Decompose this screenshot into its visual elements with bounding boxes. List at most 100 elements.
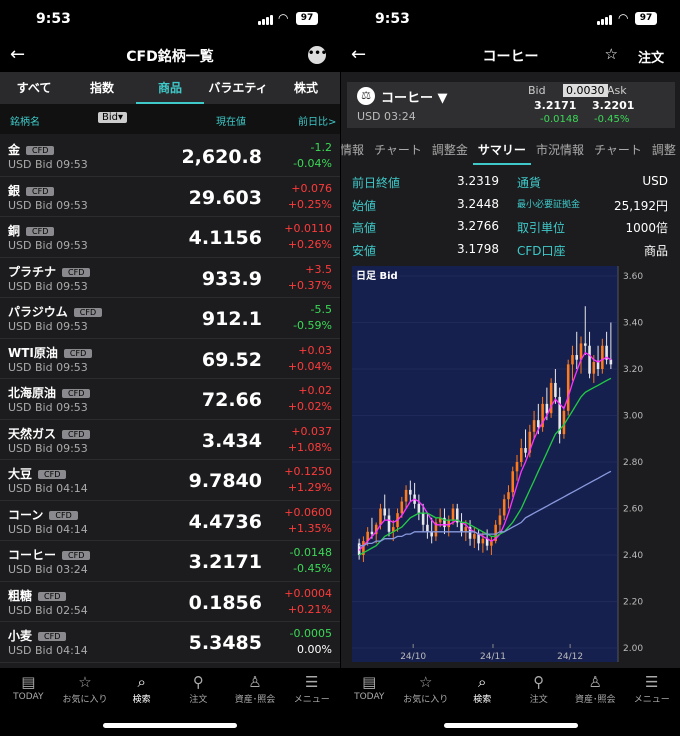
change-value: +0.0110	[284, 222, 332, 235]
candle-body	[417, 503, 421, 514]
candle-body	[498, 515, 502, 525]
change-value: -1.2	[310, 141, 332, 154]
instrument-price: 5.3485	[188, 632, 262, 654]
order-button[interactable]: 注文	[638, 47, 664, 66]
signal-icon	[258, 14, 274, 25]
tab-4[interactable]: 株式	[272, 72, 340, 104]
instrument-row[interactable]: 大豆 CFD USD Bid 04:14 9.7840 +0.1250 +1.29%	[0, 460, 340, 501]
ask-label: Ask	[607, 84, 627, 97]
price-chart[interactable]: 3.60 3.40 3.20 3.00 2.80 2.60 2.40 2.20 2.00 24/1…	[352, 266, 669, 662]
summary-key: CFD口座	[517, 243, 566, 258]
instrument-row[interactable]: 金 CFD USD Bid 09:53 2,620.8 -1.2 -0.04%	[0, 136, 340, 177]
instrument-row[interactable]: 銅 CFD USD Bid 09:53 4.1156 +0.0110 +0.26%	[0, 217, 340, 258]
instrument-row[interactable]: 銀 CFD USD Bid 09:53 29.603 +0.076 +0.25%	[0, 177, 340, 217]
candle-body	[460, 522, 463, 532]
instrument-row[interactable]: 天然ガス CFD USD Bid 09:53 3.434 +0.037 +1.08%	[0, 420, 340, 460]
instrument-row[interactable]: コーヒー CFD USD Bid 03:24 3.2171 -0.0148 -0.45%	[0, 541, 340, 582]
candle-body	[566, 364, 570, 411]
instrument-name: コーヒー CFD	[8, 546, 91, 563]
ticker-name[interactable]: コーヒー ▼	[381, 87, 448, 106]
instrument-row[interactable]: 北海原油 CFD USD Bid 09:53 72.66 +0.02 +0.02%	[0, 379, 340, 420]
summary-key: 始値	[352, 198, 377, 213]
change-percent: +0.37%	[287, 278, 332, 292]
sort-dropdown[interactable]: Bid▾	[98, 112, 128, 123]
tab-2[interactable]: 商品	[136, 72, 204, 104]
y-tick-label: 2.20	[623, 598, 643, 608]
candlestick-chart: 3.60 3.40 3.20 3.00 2.80 2.60 2.40 2.20 2.00 24/1…	[352, 266, 669, 662]
chart-title: 日足 Bid	[356, 270, 398, 282]
instrument-row[interactable]: プラチナ CFD USD Bid 09:53 933.9 +3.5 +0.37%	[0, 258, 340, 298]
instrument-sub: USD Bid 04:14	[8, 522, 88, 536]
candle-body	[609, 359, 613, 365]
home-indicator	[103, 723, 237, 728]
bottom-nav-label: 検索	[132, 695, 151, 705]
instrument-sub: USD Bid 04:14	[8, 644, 88, 657]
change-percent: +1.29%	[287, 481, 332, 494]
ask-price: 3.2201	[592, 99, 635, 112]
bottom-nav-item[interactable]: ▤ TODAY	[341, 672, 398, 712]
instrument-row[interactable]: パラジウム CFD USD Bid 09:53 912.1 -5.5 -0.59%	[0, 298, 340, 339]
bottom-nav-item[interactable]: ☰ メニュー	[283, 672, 340, 712]
bottom-nav-item[interactable]: ⌕ 検索	[113, 672, 170, 712]
candle-body	[370, 531, 374, 535]
subtab-3[interactable]: サマリー	[472, 136, 531, 165]
col-change[interactable]: 前日比>	[298, 113, 336, 128]
bottom-nav-item[interactable]: ⚲ 注文	[511, 672, 568, 712]
bottom-nav-item[interactable]: ☰ メニュー	[624, 672, 680, 712]
ticker-box[interactable]: ⚖ コーヒー ▼ USD 03:24 Bid 0.0030 Ask 3.2171…	[347, 82, 675, 128]
chart-plot-area	[352, 266, 618, 662]
candle-body	[426, 524, 429, 532]
bottom-nav-item[interactable]: ☆ お気に入り	[398, 672, 455, 712]
bottom-nav-item[interactable]: ♙ 資産･照会	[227, 672, 284, 712]
change-value: +0.02	[298, 384, 332, 397]
bottom-nav-item[interactable]: ♙ 資産･照会	[567, 672, 624, 712]
instrument-sub: USD Bid 09:53	[8, 401, 88, 414]
subtab-1[interactable]: チャート	[369, 136, 427, 163]
instrument-row[interactable]: 粗糖 CFD USD Bid 02:54 0.1856 +0.0004 +0.21%	[0, 582, 340, 622]
bottom-nav-label: 検索	[473, 695, 492, 705]
subtab-6[interactable]: 調整	[647, 136, 680, 163]
instrument-sub: USD Bid 09:53	[8, 360, 88, 374]
instrument-row[interactable]: 小麦 CFD USD Bid 04:14 5.3485 -0.0005 0.00%	[0, 622, 340, 663]
instrument-row[interactable]: WTI原油 CFD USD Bid 09:53 69.52 +0.03 +0.04%	[0, 339, 340, 379]
y-tick-label: 2.60	[623, 505, 643, 515]
wifi-icon: ◠	[618, 11, 629, 25]
ticker-time: USD 03:24	[357, 110, 416, 123]
summary-row: 高値 3.2766 取引単位 1000倍	[341, 219, 680, 242]
subtab-0[interactable]: 情報	[341, 136, 369, 163]
spread-value: 0.0030	[563, 84, 608, 97]
bottom-nav-item[interactable]: ⌕ 検索	[454, 672, 511, 712]
instrument-name-text: 小麦	[8, 629, 33, 643]
bottom-nav-item[interactable]: ▤ TODAY	[0, 672, 57, 712]
instrument-price: 72.66	[201, 389, 262, 411]
instrument-price: 4.1156	[188, 227, 262, 249]
tab-1[interactable]: 指数	[68, 72, 136, 104]
candle-body	[532, 420, 536, 432]
bottom-nav-item[interactable]: ⚲ 注文	[170, 672, 227, 712]
instrument-name-text: WTI原油	[8, 345, 58, 360]
more-icon[interactable]: •••	[308, 46, 327, 64]
nav-bar: ← CFD銘柄一覧 •••	[0, 38, 340, 72]
instrument-price: 69.52	[201, 348, 262, 371]
instrument-name: 銀 CFD	[8, 182, 55, 199]
star-icon[interactable]: ☆	[605, 45, 618, 63]
candle-body	[592, 362, 596, 374]
tab-0[interactable]: すべて	[0, 72, 68, 104]
tab-3[interactable]: バラエティ	[204, 72, 272, 104]
order-icon: ⚲	[533, 673, 545, 691]
battery-icon: 97	[296, 12, 318, 25]
bottom-nav-item[interactable]: ☆ お気に入り	[57, 672, 114, 712]
change-percent: +1.08%	[287, 440, 332, 454]
cfd-badge: CFD	[26, 186, 55, 196]
candle-body	[451, 508, 455, 521]
scale-icon: ⚖	[357, 87, 375, 105]
instrument-name: 粗糖 CFD	[8, 587, 67, 604]
subtab-4[interactable]: 市況情報	[531, 136, 589, 163]
instrument-name-text: 大豆	[8, 467, 33, 481]
instrument-name: 金 CFD	[8, 141, 55, 158]
instrument-name: WTI原油 CFD	[8, 344, 93, 361]
instrument-row[interactable]: コーン CFD USD Bid 04:14 4.4736 +0.0600 +1.35%	[0, 501, 340, 541]
change-percent: +0.21%	[287, 602, 332, 616]
subtab-2[interactable]: 調整金	[427, 136, 473, 163]
subtab-5[interactable]: チャート	[589, 136, 647, 163]
